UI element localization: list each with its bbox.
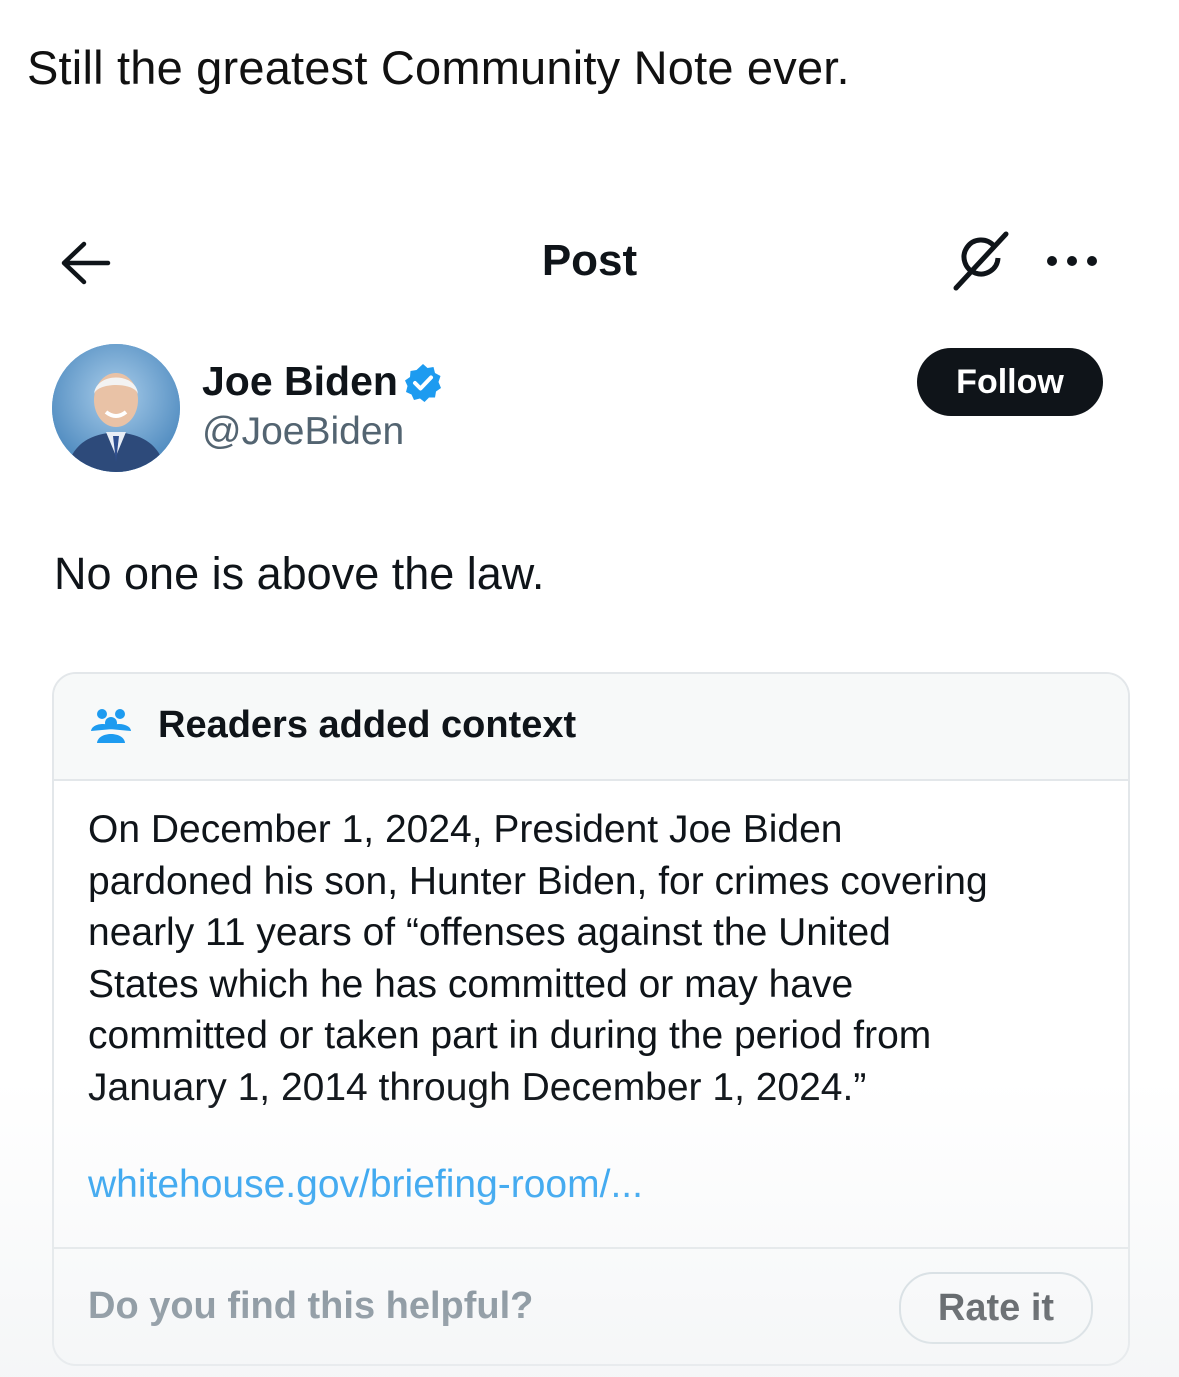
more-options-button[interactable] [1040,236,1104,286]
community-note-card: Readers added context On December 1, 202… [52,672,1130,1366]
note-title: Readers added context [158,704,577,746]
note-body-line: On December 1, 2024, President Joe Biden [88,808,843,851]
note-source-link[interactable]: whitehouse.gov/briefing-room/... [88,1163,643,1207]
note-body-line: pardoned his son, Hunter Biden, for crim… [88,859,988,903]
author-handle[interactable]: @JoeBiden [202,410,404,454]
verified-badge-icon [402,362,444,404]
follow-button[interactable]: Follow [917,348,1103,416]
grok-button[interactable] [946,228,1016,294]
rate-it-button[interactable]: Rate it [899,1272,1093,1344]
avatar[interactable] [52,344,180,472]
note-header: Readers added context [54,674,1128,781]
caption-text: Still the greatest Community Note ever. [27,41,850,94]
grok-icon [953,231,1009,291]
note-body: On December 1, 2024, President Joe Biden… [88,804,1098,1113]
more-horizontal-icon [1047,256,1097,266]
note-footer: Do you find this helpful? Rate it [54,1247,1128,1364]
arrow-left-icon [61,241,111,285]
author-name[interactable]: Joe Biden [202,358,398,405]
helpful-question: Do you find this helpful? [88,1285,534,1327]
note-body-line: nearly 11 years of “offenses against the… [88,911,891,954]
back-button[interactable] [56,238,114,288]
post-text: No one is above the law. [54,548,545,599]
note-body-line: January 1, 2014 through December 1, 2024… [88,1065,867,1109]
note-body-line: States which he has committed or may hav… [88,962,854,1006]
readers-icon [88,705,134,745]
note-body-line: committed or taken part in during the pe… [88,1014,932,1057]
avatar-image [52,344,180,472]
